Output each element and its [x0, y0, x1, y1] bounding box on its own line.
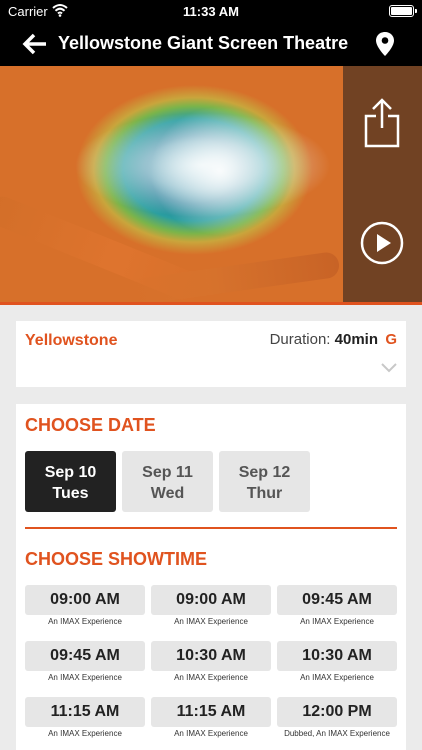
showtime-time: 09:45 AM: [25, 641, 145, 671]
movie-title: Yellowstone: [25, 332, 118, 349]
date-day: Sep 12: [238, 464, 291, 481]
showtime-format: An IMAX Experience: [174, 673, 248, 682]
choose-date-heading: CHOOSE DATE: [25, 415, 156, 435]
section-divider: [25, 527, 397, 529]
play-icon[interactable]: [360, 221, 404, 265]
duration-value: 40min: [334, 331, 378, 348]
date-option[interactable]: Sep 11 Wed: [122, 451, 213, 512]
hero-image: [0, 66, 422, 302]
hero-divider: [0, 302, 422, 305]
date-option[interactable]: Sep 10 Tues: [25, 451, 116, 512]
showtime-button[interactable]: 09:45 AM An IMAX Experience: [277, 585, 397, 628]
battery-icon: [389, 5, 417, 17]
movie-rating: G: [385, 331, 397, 348]
schedule-card: CHOOSE DATE Sep 10 Tues Sep 11 Wed Sep 1…: [16, 404, 406, 750]
status-bar: Carrier 11:33 AM: [0, 0, 422, 22]
showtime-format: Dubbed, An IMAX Experience: [284, 729, 390, 738]
date-weekday: Tues: [52, 485, 89, 502]
showtime-format: An IMAX Experience: [48, 617, 122, 626]
date-weekday: Wed: [150, 485, 185, 502]
date-day: Sep 10: [44, 464, 97, 481]
showtime-format: An IMAX Experience: [174, 729, 248, 738]
showtime-button[interactable]: 10:30 AM An IMAX Experience: [277, 641, 397, 684]
showtime-format: An IMAX Experience: [48, 729, 122, 738]
showtime-button[interactable]: 11:15 AM An IMAX Experience: [25, 697, 145, 740]
showtime-button[interactable]: 09:00 AM An IMAX Experience: [151, 585, 271, 628]
date-option[interactable]: Sep 12 Thur: [219, 451, 310, 512]
showtime-time: 11:15 AM: [151, 697, 271, 727]
navigation-bar: Yellowstone Giant Screen Theatre: [0, 22, 422, 66]
showtime-time: 10:30 AM: [151, 641, 271, 671]
showtime-format: An IMAX Experience: [174, 617, 248, 626]
showtime-time: 11:15 AM: [25, 697, 145, 727]
movie-duration: Duration: 40min: [270, 331, 378, 348]
clock: 11:33 AM: [183, 4, 239, 19]
date-weekday: Thur: [246, 485, 283, 502]
showtime-time: 09:00 AM: [151, 585, 271, 615]
showtime-button[interactable]: 10:30 AM An IMAX Experience: [151, 641, 271, 684]
page-title: Yellowstone Giant Screen Theatre: [58, 33, 349, 53]
showtime-format: An IMAX Experience: [300, 673, 374, 682]
showtime-button[interactable]: 12:00 PM Dubbed, An IMAX Experience: [277, 697, 397, 740]
showtime-button[interactable]: 09:45 AM An IMAX Experience: [25, 641, 145, 684]
duration-label: Duration:: [269, 331, 331, 348]
map-pin-icon[interactable]: [374, 31, 396, 57]
showtime-button[interactable]: 09:00 AM An IMAX Experience: [25, 585, 145, 628]
showtime-format: An IMAX Experience: [48, 673, 122, 682]
showtime-time: 12:00 PM: [277, 697, 397, 727]
arrow-left-icon[interactable]: [22, 32, 48, 56]
chevron-down-icon[interactable]: [380, 361, 398, 373]
movie-info-card[interactable]: Yellowstone Duration: 40min G: [16, 321, 406, 387]
showtime-time: 09:00 AM: [25, 585, 145, 615]
share-icon[interactable]: [362, 96, 402, 148]
choose-showtime-heading: CHOOSE SHOWTIME: [25, 549, 208, 569]
hero-decoration: [150, 106, 290, 236]
showtime-button[interactable]: 11:15 AM An IMAX Experience: [151, 697, 271, 740]
date-day: Sep 11: [142, 464, 193, 481]
showtime-format: An IMAX Experience: [300, 617, 374, 626]
showtime-time: 10:30 AM: [277, 641, 397, 671]
showtime-time: 09:45 AM: [277, 585, 397, 615]
